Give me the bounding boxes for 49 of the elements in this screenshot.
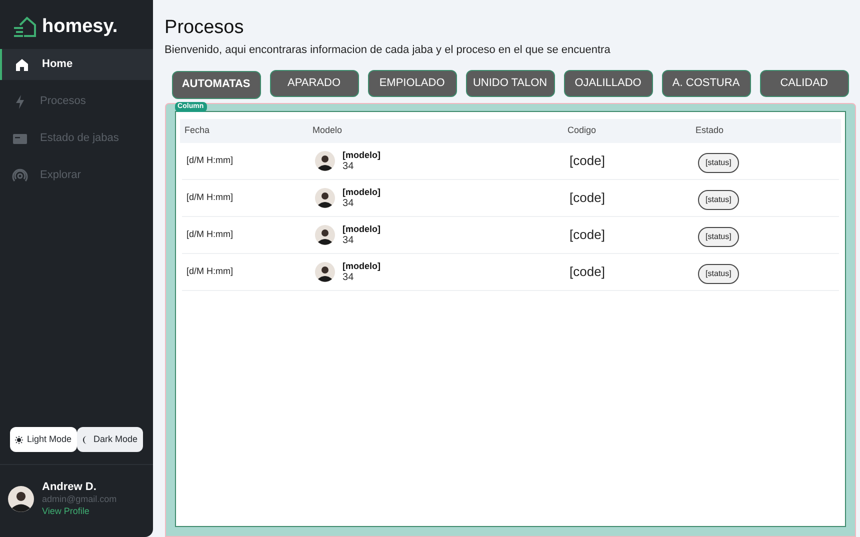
table-cell-text: [d/M H:mm] — [186, 264, 234, 278]
column-header: Codigo — [568, 124, 598, 137]
column-header: Modelo — [312, 124, 344, 137]
model-size: 34 — [342, 198, 355, 210]
user-email: admin@gmail.com — [42, 493, 117, 505]
process-tab[interactable]: APARADO — [270, 70, 359, 96]
process-tab[interactable]: A. COSTURA — [662, 70, 751, 96]
sun-icon — [15, 436, 23, 444]
view-profile-link[interactable]: View Profile — [42, 505, 117, 517]
model-size: 34 — [342, 160, 355, 172]
house-logo-icon — [12, 16, 38, 38]
model-name: [modelo] — [342, 186, 381, 198]
sidebar-item[interactable]: Home — [0, 49, 153, 80]
page-title: Procesos — [164, 16, 245, 40]
model-name: [modelo] — [342, 148, 381, 160]
table-cell-text: [d/M H:mm] — [186, 154, 234, 167]
table-cell-text: [code] — [570, 188, 606, 207]
process-tab[interactable]: OJALILLADO — [564, 70, 653, 96]
model-size: 34 — [342, 234, 355, 246]
signal-icon — [12, 168, 28, 184]
brand-name: homesy. — [42, 14, 118, 39]
table-cell-text: [code] — [570, 152, 606, 170]
mode-button[interactable]: Dark Mode — [76, 427, 143, 452]
home-icon — [14, 56, 30, 72]
process-tab[interactable]: AUTOMATAS — [172, 70, 261, 98]
table-cell-text: [d/M H:mm] — [186, 190, 234, 204]
status-badge: [status] — [698, 190, 740, 210]
page-subtitle: Bienvenido, aqui encontraras informacion de cada jaba y el proceso en el que se encuentra — [164, 43, 612, 58]
status-badge: [status] — [698, 226, 740, 246]
process-tab[interactable]: CALIDAD — [760, 70, 849, 96]
status-badge: [status] — [698, 152, 740, 172]
column-header: Fecha — [184, 124, 211, 137]
model-avatar — [314, 224, 335, 244]
table-cell-text: [code] — [570, 226, 606, 244]
model-avatar — [314, 188, 335, 208]
status-badge: [status] — [698, 264, 740, 284]
model-avatar — [314, 262, 335, 282]
model-name: [modelo] — [342, 260, 381, 272]
process-tab[interactable]: UNIDO TALON — [466, 70, 555, 96]
table-cell-text: [d/M H:mm] — [186, 228, 234, 241]
model-size: 34 — [342, 272, 355, 284]
model-name: [modelo] — [342, 222, 381, 234]
model-avatar — [314, 150, 335, 170]
mode-button[interactable]: Light Mode — [10, 427, 77, 452]
user-name: Andrew D. — [42, 481, 98, 493]
table-cell-text: [code] — [570, 262, 606, 281]
column-header: Estado — [696, 124, 725, 137]
user-avatar — [8, 486, 34, 512]
process-tab[interactable]: EMPIOLADO — [368, 70, 457, 96]
